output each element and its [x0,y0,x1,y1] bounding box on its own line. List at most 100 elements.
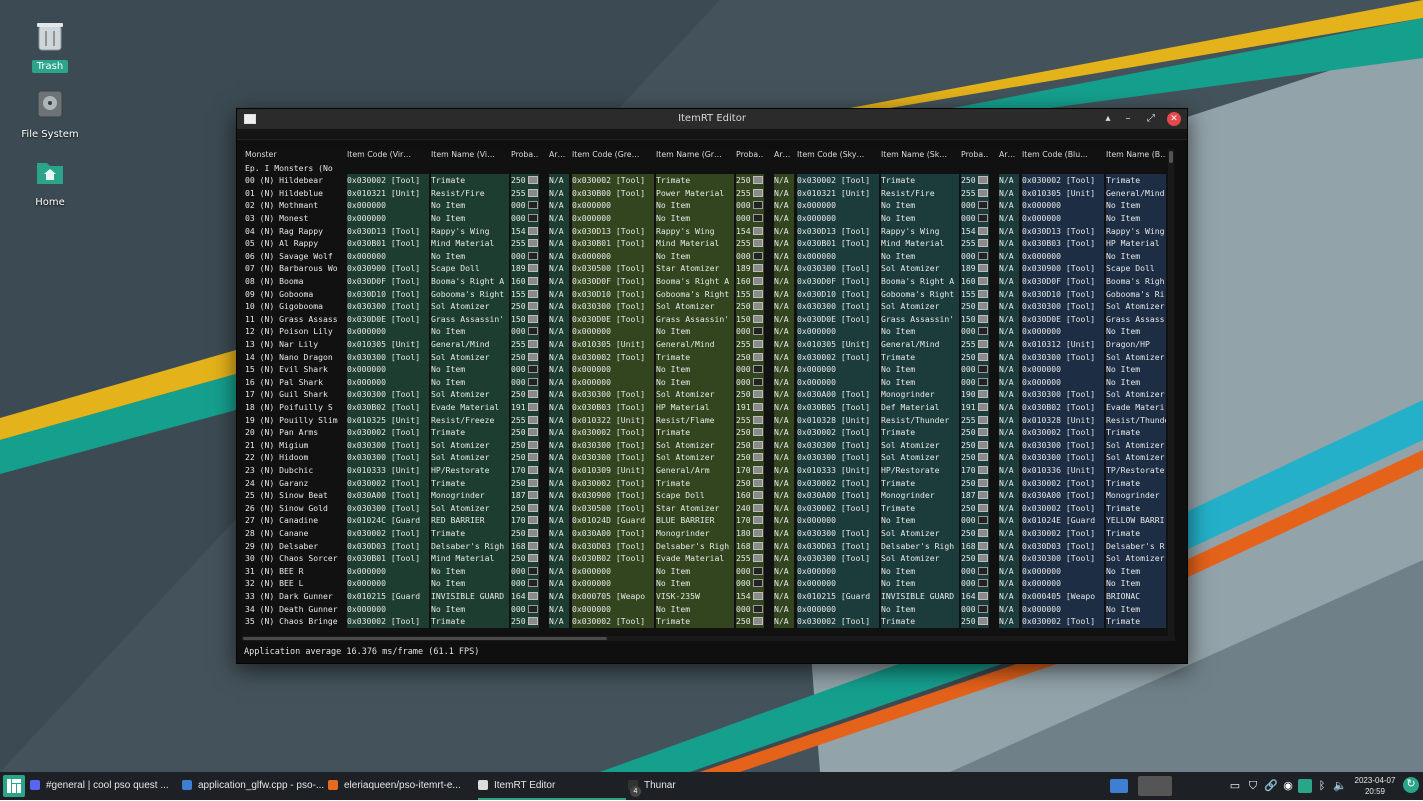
probability-slider-icon[interactable] [753,403,763,411]
cell-probability[interactable]: 250 [961,476,989,490]
column-header[interactable]: Item Code (Gre… [572,149,654,162]
probability-slider-icon[interactable] [528,604,538,613]
cell-item-code[interactable]: 0x030300 [Tool] [1022,350,1104,364]
cell-probability[interactable]: 000 [736,602,764,616]
desktop-icon-home[interactable]: Home [15,152,85,209]
cell-probability[interactable]: 170 [511,514,539,527]
cell-item-name[interactable]: Gobooma's Right [431,287,509,301]
cell-area[interactable]: N/A [774,602,794,616]
probability-slider-icon[interactable] [978,314,988,323]
probability-slider-icon[interactable] [528,516,538,525]
cell-area[interactable]: N/A [549,539,569,553]
cell-item-code[interactable]: 0x010305 [Unit] [797,338,879,351]
scroll-thumb[interactable] [1169,151,1173,163]
cell-item-code[interactable]: 0x030D13 [Tool] [347,224,429,238]
cell-probability[interactable]: 170 [736,464,764,477]
cell-item-name[interactable]: Sol Atomizer [431,300,509,313]
cell-area[interactable]: N/A [999,237,1019,250]
probability-slider-icon[interactable] [528,440,538,449]
cell-item-name[interactable]: No Item [656,602,734,616]
taskbar-item[interactable]: #general | cool pso quest ... [30,772,180,800]
probability-slider-icon[interactable] [753,428,763,437]
probability-slider-icon[interactable] [753,340,763,348]
cell-area[interactable]: N/A [549,527,569,540]
column-header[interactable]: Ar… [774,149,794,162]
cell-area[interactable]: N/A [549,413,569,427]
cell-item-name[interactable]: No Item [881,199,959,212]
cell-item-name[interactable]: Sol Atomizer [656,438,734,452]
column-header[interactable]: Monster [245,149,345,162]
probability-slider-icon[interactable] [978,188,988,197]
cell-area[interactable]: N/A [774,186,794,200]
probability-slider-icon[interactable] [753,176,763,185]
cell-probability[interactable]: 255 [961,413,989,427]
cell-item-code[interactable]: 0x000000 [347,564,429,578]
cell-probability[interactable]: 250 [736,388,764,401]
cell-item-name[interactable]: HP/Restorate [881,464,959,477]
cell-item-code[interactable]: 0x030300 [Tool] [1022,552,1104,565]
cell-area[interactable]: N/A [549,590,569,603]
cell-probability[interactable]: 250 [961,350,989,364]
cell-area[interactable]: N/A [549,174,569,187]
cell-item-code[interactable]: 0x030900 [Tool] [347,262,429,275]
probability-slider-icon[interactable] [753,188,763,197]
cell-probability[interactable]: 255 [736,186,764,200]
cell-item-code[interactable]: 0x030300 [Tool] [347,438,429,452]
cell-item-code[interactable]: 0x000000 [572,602,654,616]
cell-item-name[interactable]: Sol Atomizer [1106,388,1166,401]
cell-probability[interactable]: 240 [736,501,764,515]
cell-area[interactable]: N/A [999,501,1019,515]
probability-slider-icon[interactable] [753,226,763,235]
cell-probability[interactable]: 189 [736,262,764,275]
cell-item-name[interactable]: No Item [881,577,959,590]
cell-probability[interactable]: 250 [961,426,989,439]
probability-slider-icon[interactable] [978,327,988,336]
cell-item-code[interactable]: 0x030300 [Tool] [797,262,879,275]
cell-item-name[interactable]: No Item [656,375,734,389]
probability-slider-icon[interactable] [528,541,538,550]
cell-item-code[interactable]: 0x030300 [Tool] [797,451,879,464]
probability-slider-icon[interactable] [978,277,988,285]
cell-probability[interactable]: 000 [511,564,539,578]
cell-item-name[interactable]: No Item [881,602,959,616]
probability-slider-icon[interactable] [978,176,988,185]
cell-probability[interactable]: 255 [736,413,764,427]
cell-probability[interactable]: 000 [511,249,539,263]
probability-slider-icon[interactable] [528,226,538,235]
probability-slider-icon[interactable] [753,453,763,462]
cell-item-code[interactable]: 0x030002 [Tool] [1022,527,1104,540]
cell-item-name[interactable]: No Item [431,577,509,590]
cell-area[interactable]: N/A [549,199,569,212]
cell-item-name[interactable]: Booma's Right A [881,275,959,288]
shield-icon[interactable]: ⛉ [1246,779,1260,793]
probability-slider-icon[interactable] [753,214,763,222]
cell-item-code[interactable]: 0x030D10 [Tool] [572,287,654,301]
cell-probability[interactable]: 255 [511,413,539,427]
cell-item-name[interactable]: Sol Atomizer [431,350,509,364]
taskbar-item[interactable]: application_glfw.cpp - pso-... [182,772,326,800]
cell-item-code[interactable]: 0x030D03 [Tool] [1022,539,1104,553]
cell-item-code[interactable]: 0x010305 [Unit] [1022,186,1104,200]
cell-probability[interactable]: 000 [736,564,764,578]
cell-item-code[interactable]: 0x030002 [Tool] [347,174,429,187]
cell-area[interactable]: N/A [549,237,569,250]
cell-area[interactable]: N/A [549,451,569,464]
cell-probability[interactable]: 154 [736,590,764,603]
probability-slider-icon[interactable] [753,554,763,563]
probability-slider-icon[interactable] [753,251,763,260]
cell-area[interactable]: N/A [774,325,794,338]
cell-item-code[interactable]: 0x000000 [347,199,429,212]
cell-item-name[interactable]: Rappy's Wing [431,224,509,238]
cell-area[interactable]: N/A [774,249,794,263]
cell-item-name[interactable]: Sol Atomizer [881,438,959,452]
cell-item-code[interactable]: 0x000000 [572,212,654,225]
cell-probability[interactable]: 250 [736,350,764,364]
cell-area[interactable]: N/A [774,527,794,540]
cell-area[interactable]: N/A [774,489,794,502]
cell-area[interactable]: N/A [549,338,569,351]
probability-slider-icon[interactable] [978,214,988,222]
cell-item-code[interactable]: 0x030300 [Tool] [797,552,879,565]
cell-probability[interactable]: 000 [961,602,989,616]
cell-area[interactable]: N/A [774,615,794,628]
cell-probability[interactable]: 250 [736,174,764,187]
